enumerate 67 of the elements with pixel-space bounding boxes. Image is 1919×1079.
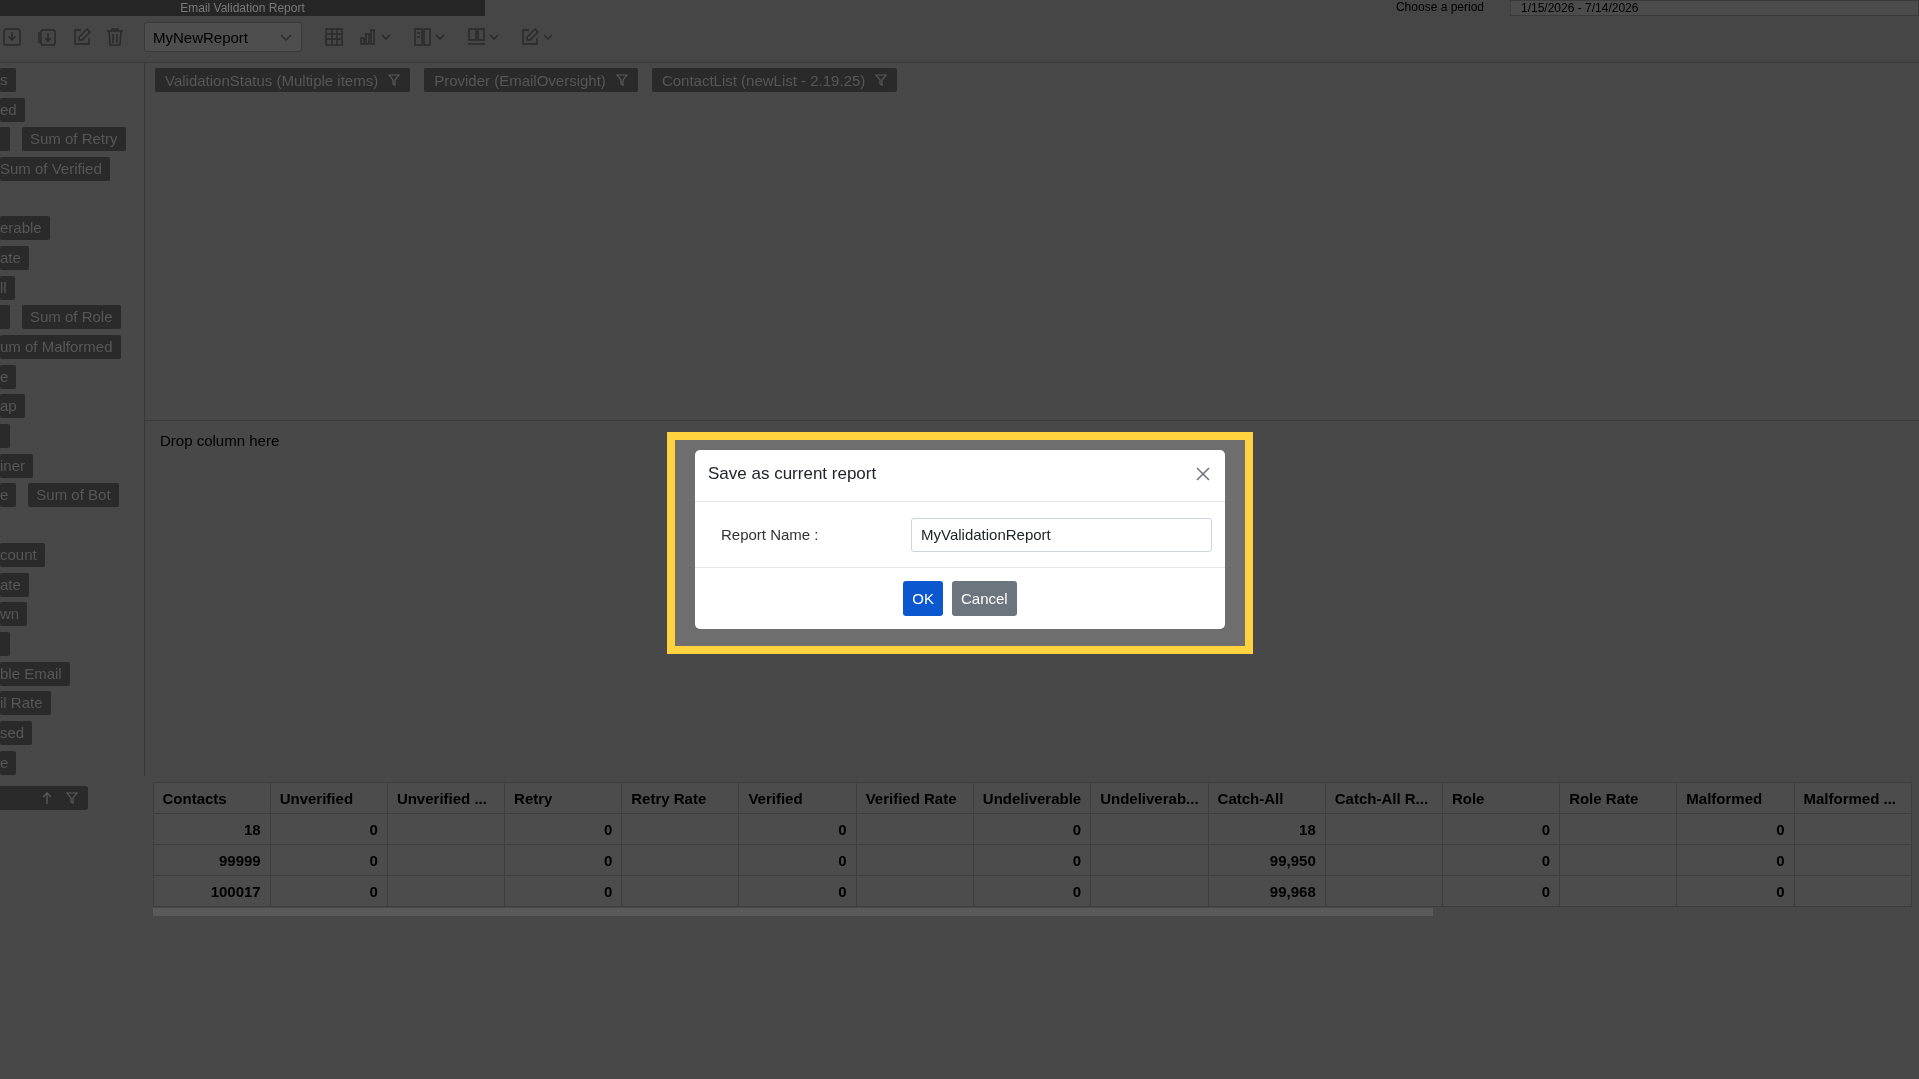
ok-button[interactable]: OK <box>903 581 943 616</box>
trash-icon[interactable] <box>106 27 124 47</box>
column-header[interactable]: Unverified ... <box>387 782 505 814</box>
table-cell: 0 <box>504 875 622 907</box>
table-cell: 0 <box>270 844 388 876</box>
table-cell: 100017 <box>153 875 271 907</box>
field-label: Report Name : <box>721 526 820 543</box>
table-cell: 0 <box>973 813 1091 845</box>
column-header[interactable]: Malformed <box>1676 782 1794 814</box>
table-cell: 0 <box>270 813 388 845</box>
cancel-button[interactable]: Cancel <box>952 581 1017 616</box>
window-title: Email Validation Report <box>0 0 485 16</box>
table-cell: 0 <box>1442 875 1560 907</box>
row-header-chip[interactable] <box>0 786 88 810</box>
column-header[interactable]: Malformed ... <box>1794 782 1912 814</box>
download-icon[interactable] <box>2 27 22 47</box>
report-dropdown[interactable]: MyNewReport <box>144 22 302 52</box>
column-header[interactable]: Verified Rate <box>856 782 974 814</box>
column-header[interactable]: Contacts <box>153 782 271 814</box>
column-header[interactable]: Retry <box>504 782 622 814</box>
caret-icon[interactable] <box>279 32 293 42</box>
table-cell: 99,968 <box>1208 875 1326 907</box>
table-cell: 0 <box>738 813 857 845</box>
table-cell: 0 <box>973 875 1091 907</box>
table-cell: 0 <box>1676 813 1794 845</box>
table-cell: 99,950 <box>1208 844 1326 876</box>
table-cell: 0 <box>738 875 857 907</box>
filter-icon[interactable] <box>388 74 401 86</box>
dialog-title: Save as current report <box>708 463 877 484</box>
column-header[interactable]: Catch-All R... <box>1325 782 1443 814</box>
period-field[interactable]: 1/15/2026 - 7/14/2026 <box>1510 0 1919 16</box>
copy-download-icon[interactable] <box>36 27 58 47</box>
table-cell: 0 <box>738 844 857 876</box>
table-cell: 0 <box>1676 875 1794 907</box>
column-header[interactable]: Unverified <box>270 782 388 814</box>
column-header[interactable]: Undeliverab... <box>1090 782 1209 814</box>
report-name-input[interactable]: MyValidationReport <box>911 517 1212 552</box>
table-cell: 99999 <box>153 844 271 876</box>
column-header[interactable]: Catch-All <box>1208 782 1326 814</box>
edit-icon[interactable] <box>72 27 92 47</box>
table-cell: 0 <box>1442 844 1560 876</box>
column-header[interactable]: Role Rate <box>1559 782 1677 814</box>
table-icon[interactable] <box>324 27 344 47</box>
sort-arrow-icon[interactable] <box>42 791 52 805</box>
column-drop-zone-text: Drop column here <box>160 432 280 449</box>
field-chip[interactable] <box>0 631 10 656</box>
field-chip[interactable] <box>0 305 10 330</box>
table-cell: 0 <box>504 844 622 876</box>
period-label: Choose a period <box>1395 0 1484 15</box>
column-header[interactable]: Verified <box>738 782 857 814</box>
scrollbar[interactable] <box>153 908 1433 916</box>
column-header[interactable]: Undeliverable <box>973 782 1091 814</box>
filter-icon[interactable] <box>66 792 78 804</box>
column-header[interactable]: Role <box>1442 782 1560 814</box>
filter-icon[interactable] <box>875 74 888 86</box>
table-cell: 0 <box>270 875 388 907</box>
table-cell: 18 <box>1208 813 1326 845</box>
table-cell: 0 <box>973 844 1091 876</box>
field-chip[interactable] <box>0 424 10 449</box>
column-header[interactable]: Retry Rate <box>621 782 739 814</box>
close-icon[interactable] <box>1195 465 1211 482</box>
field-chip[interactable] <box>0 127 10 152</box>
table-cell: 0 <box>1676 844 1794 876</box>
filter-icon[interactable] <box>615 74 628 86</box>
table-cell: 0 <box>504 813 622 845</box>
table-cell: 18 <box>153 813 271 845</box>
table-cell: 0 <box>1442 813 1560 845</box>
